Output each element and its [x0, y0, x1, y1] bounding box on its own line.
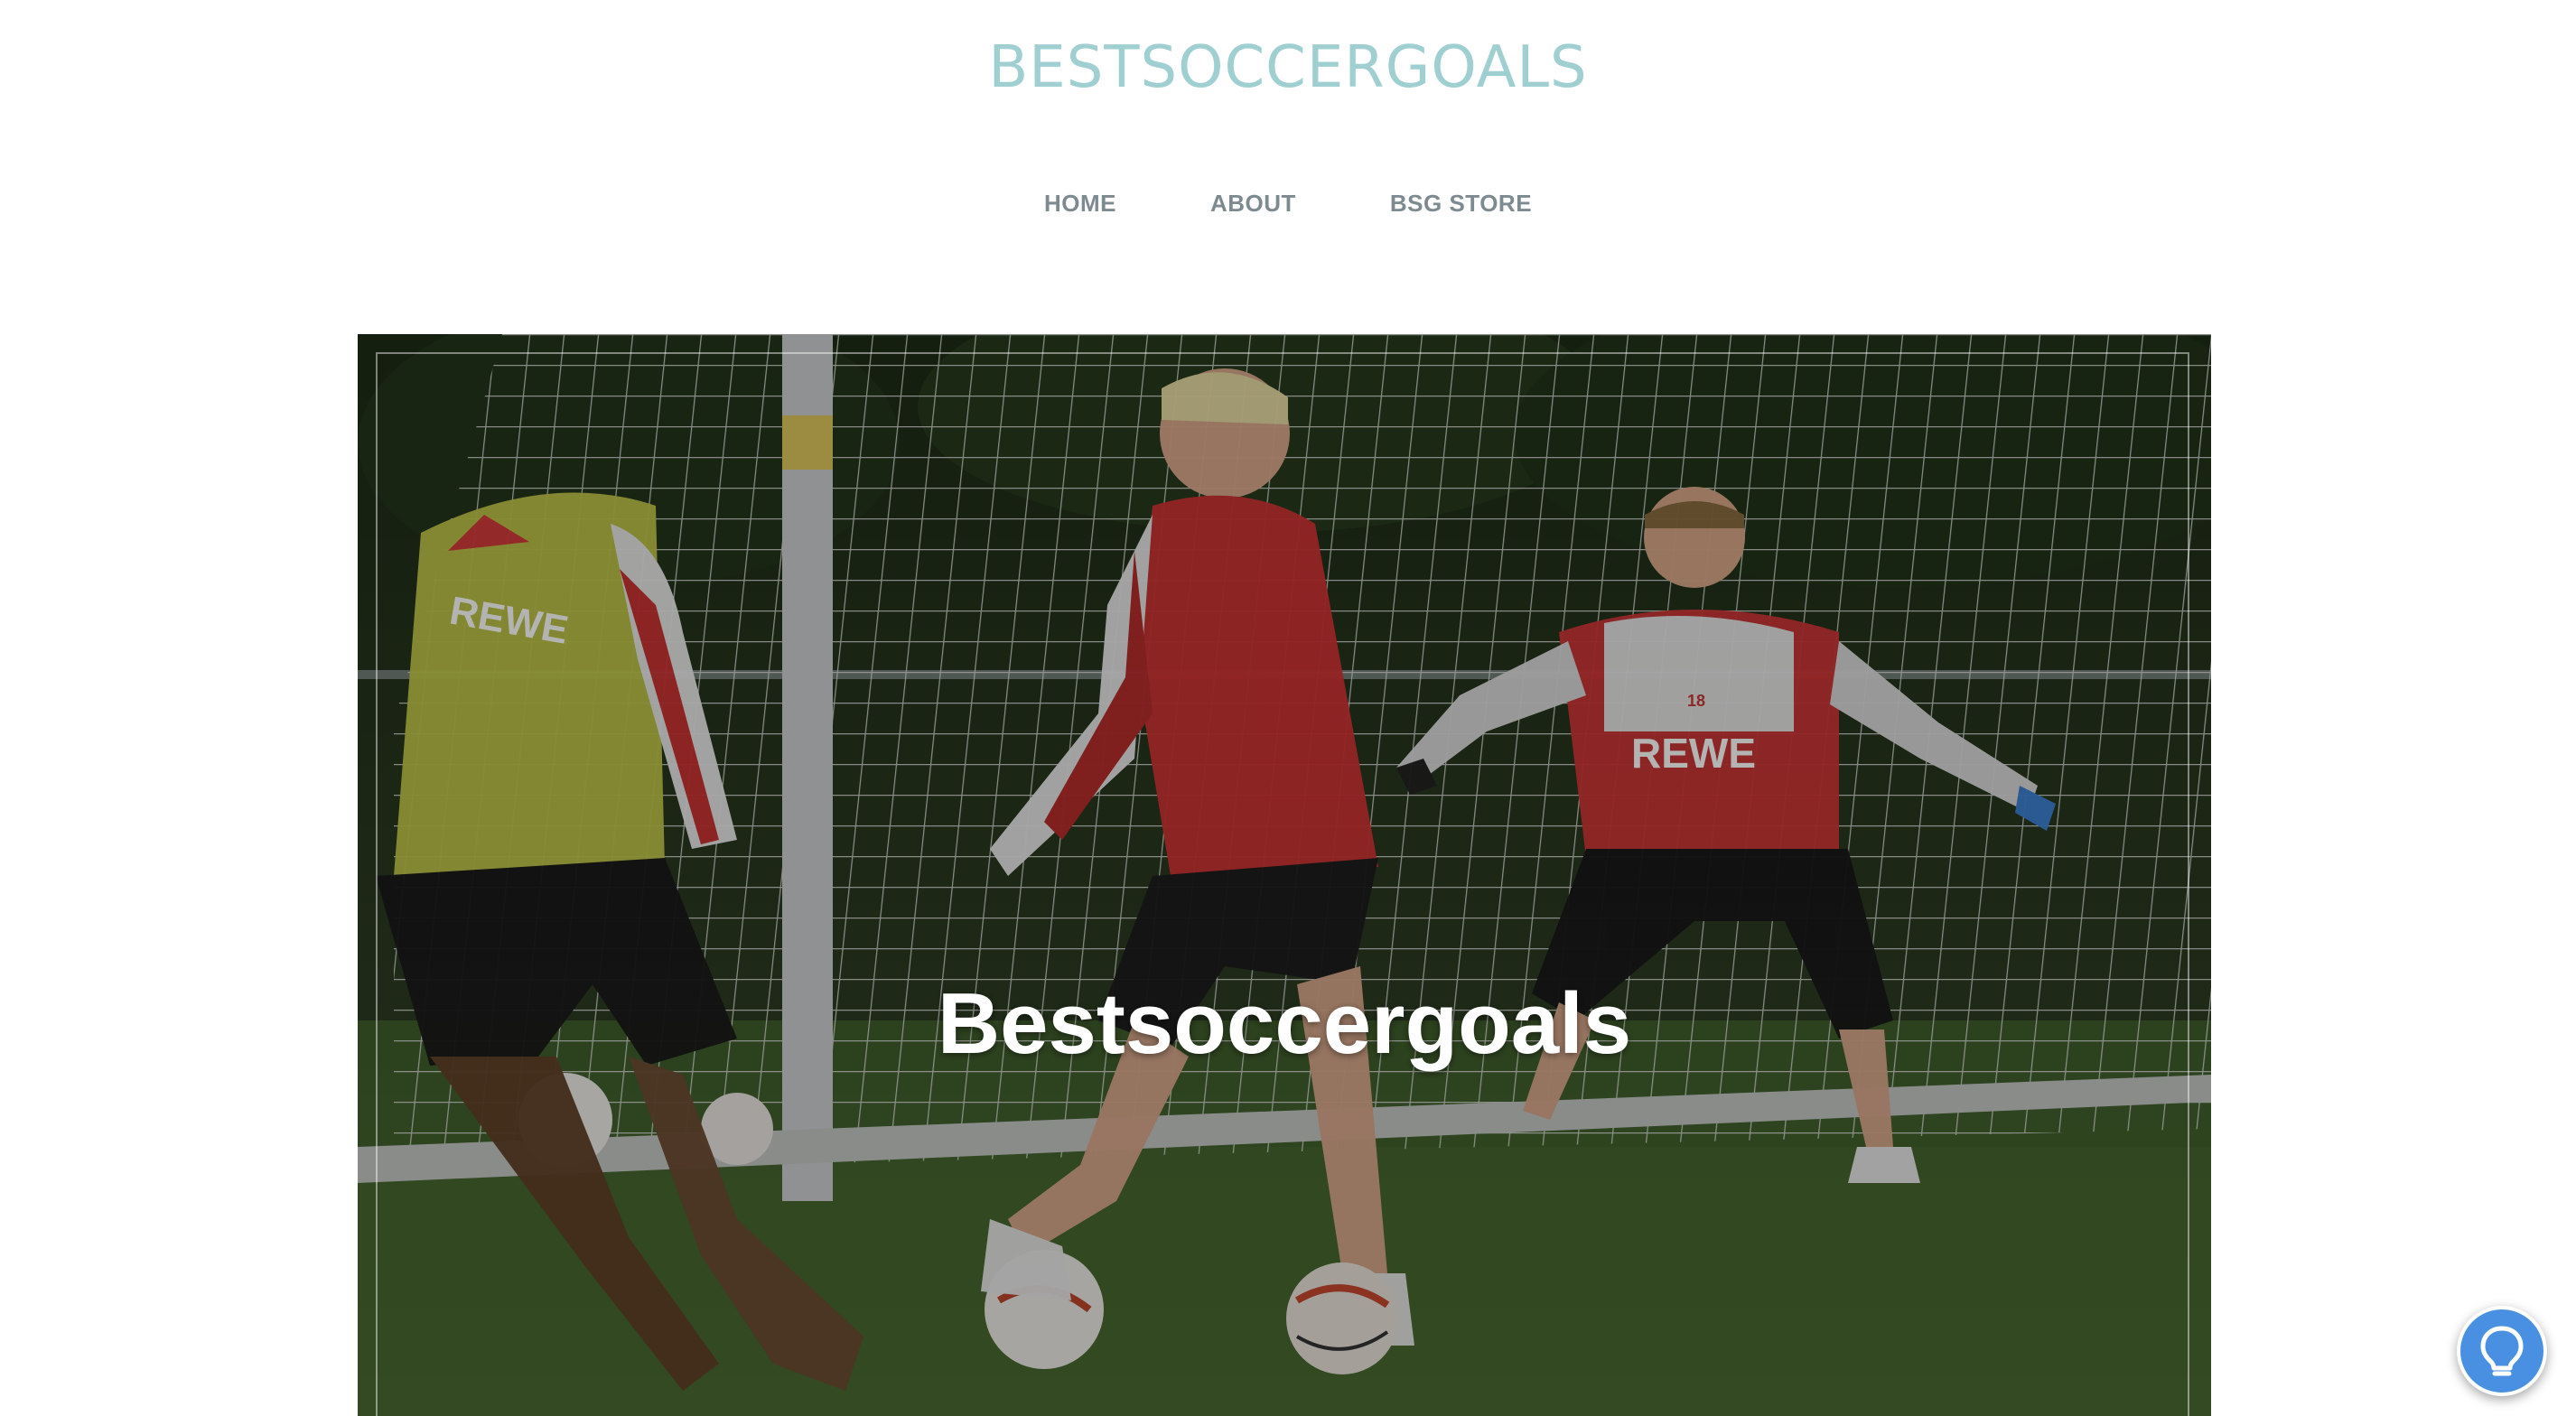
- lightbulb-icon: [2480, 1326, 2524, 1376]
- nav-item-bsg-store[interactable]: BSG STORE: [1390, 181, 1532, 226]
- site-title-link[interactable]: BESTSOCCERGOALS: [0, 27, 2576, 108]
- nav-item-about[interactable]: ABOUT: [1210, 181, 1296, 226]
- main-navigation: HOME ABOUT BSG STORE: [0, 181, 2576, 226]
- nav-item-home[interactable]: HOME: [1044, 181, 1116, 226]
- hero-heading: Bestsoccergoals: [937, 975, 1632, 1073]
- page: BESTSOCCERGOALS HOME ABOUT BSG STORE REW…: [0, 0, 2576, 1416]
- help-widget-button[interactable]: [2457, 1306, 2547, 1396]
- hero-inner-frame: [376, 352, 2189, 1416]
- hero-banner: REWE REWE 18 Bestsoccergoals: [358, 334, 2211, 1416]
